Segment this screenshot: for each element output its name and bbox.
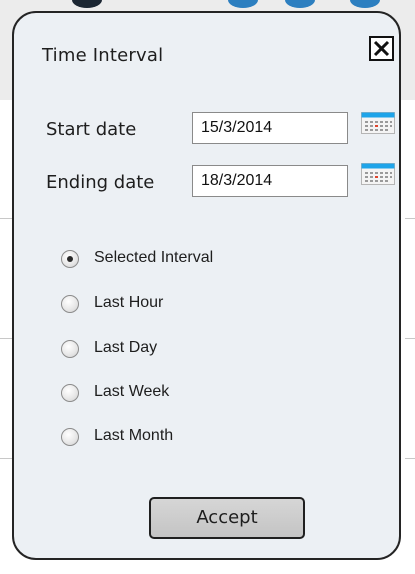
radio-button[interactable]	[61, 250, 79, 268]
radio-label: Last Hour	[94, 294, 164, 311]
ending-date-label: Ending date	[46, 172, 155, 193]
start-date-input[interactable]	[192, 112, 348, 144]
radio-label: Last Month	[94, 427, 174, 444]
start-date-label: Start date	[46, 119, 137, 140]
ending-date-calendar-button[interactable]	[361, 163, 395, 185]
background-divider	[405, 218, 415, 219]
background-divider	[405, 458, 415, 459]
start-date-calendar-button[interactable]	[361, 112, 395, 134]
radio-button[interactable]	[61, 384, 79, 402]
close-icon	[373, 40, 390, 57]
dialog-title: Time Interval	[42, 45, 164, 66]
calendar-icon	[361, 163, 395, 185]
calendar-icon	[361, 112, 395, 134]
radio-button[interactable]	[61, 428, 79, 446]
radio-button[interactable]	[61, 295, 79, 313]
radio-label: Selected Interval	[94, 249, 214, 266]
radio-label: Last Week	[94, 383, 170, 400]
radio-label: Last Day	[94, 339, 158, 356]
radio-selected-dot	[67, 256, 73, 262]
ending-date-input[interactable]	[192, 165, 348, 197]
time-interval-dialog: Time Interval Start date Ending date	[12, 11, 401, 560]
close-button[interactable]	[369, 36, 394, 61]
accept-button[interactable]: Accept	[149, 497, 305, 539]
radio-button[interactable]	[61, 340, 79, 358]
background-divider	[405, 338, 415, 339]
